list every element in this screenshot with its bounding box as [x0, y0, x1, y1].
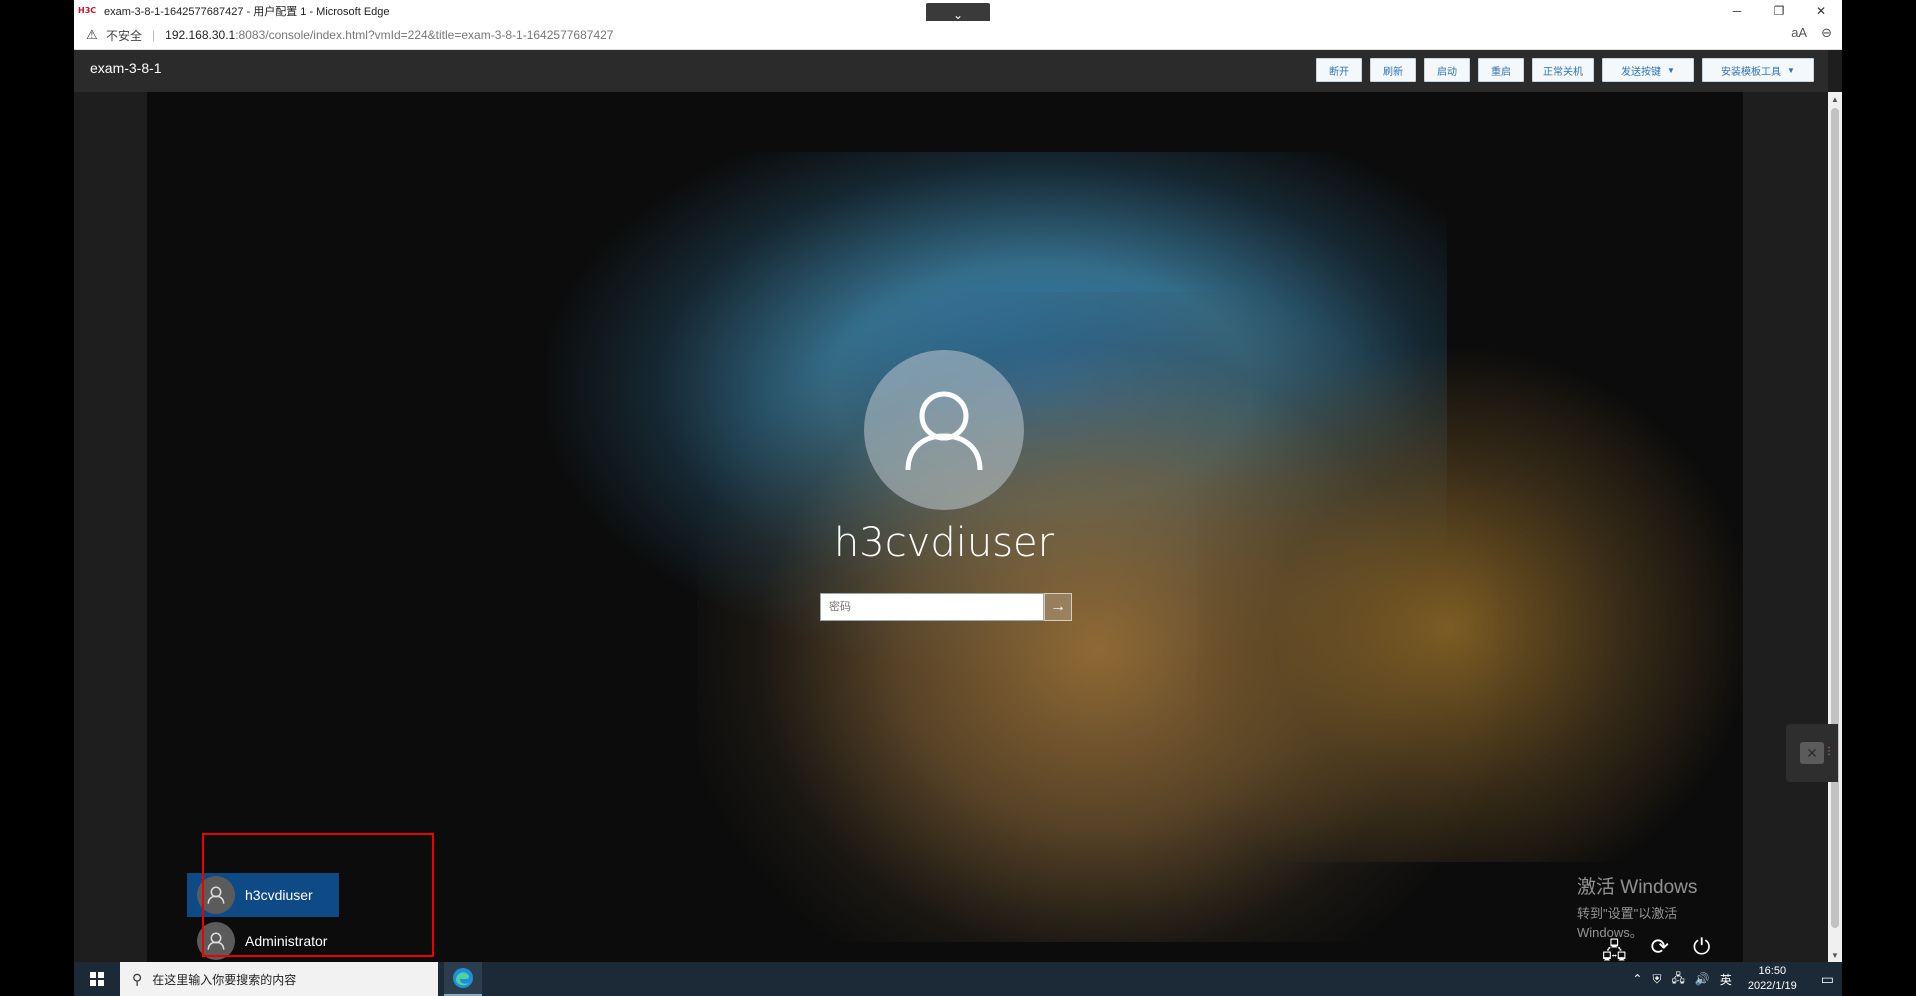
restore-button[interactable]: ❐ [1758, 0, 1800, 21]
login-username: h3cvdiuser [833, 520, 1055, 566]
disconnect-button[interactable]: 断开 [1316, 58, 1362, 82]
read-aloud-icon[interactable]: aA [1791, 25, 1807, 41]
arrow-right-icon: → [1050, 598, 1066, 615]
password-field-wrapper[interactable] [820, 593, 1047, 621]
side-panel-tab[interactable]: ✕ ⋮ [1786, 724, 1838, 782]
search-placeholder: 在这里输入你要搜索的内容 [152, 972, 297, 987]
minimize-button[interactable]: ─ [1716, 0, 1758, 21]
notification-icon[interactable]: ▭ [1821, 971, 1834, 988]
system-tray: ⌃ ⛨ 🖧 🔊 英 16:50 2022/1/19 ▭ [1632, 962, 1834, 996]
activation-watermark: 激活 Windows 转到"设置"以激活 Windows。 [1577, 872, 1743, 941]
accessibility-icon[interactable]: ⟳ [1651, 934, 1669, 962]
shutdown-button[interactable]: 正常关机 [1532, 58, 1594, 82]
activation-title: 激活 Windows [1577, 877, 1698, 898]
vm-name: exam-3-8-1 [90, 60, 162, 76]
scroll-down-arrow[interactable]: ▼ [1828, 948, 1842, 962]
login-power-icons: 🖧 ⟳ ⏻ [1602, 934, 1710, 962]
zoom-icon[interactable]: ⊖ [1821, 25, 1832, 41]
refresh-label: 刷新 [1383, 66, 1403, 78]
volume-icon[interactable]: 🔊 [1695, 972, 1710, 986]
user-avatar [864, 350, 1024, 510]
send-keys-dropdown[interactable]: 发送按键 ▼ [1602, 58, 1694, 82]
console-toolbar: exam-3-8-1 断开 刷新 启动 重启 正常关机 发送按键 ▼ 安装模板工具… [74, 50, 1828, 92]
caret-down-icon: ▼ [1667, 65, 1675, 75]
search-icon: ⚲ [132, 970, 143, 987]
refresh-button[interactable]: 刷新 [1370, 58, 1416, 82]
scrollbar-thumb[interactable] [1831, 108, 1839, 928]
title-bar: H3C exam-3-8-1-1642577687427 - 用户配置 1 - … [74, 0, 1842, 27]
close-button[interactable]: ✕ [1800, 0, 1842, 21]
clock-time: 16:50 [1758, 965, 1787, 977]
console-button-group: 断开 刷新 启动 重启 正常关机 发送按键 ▼ 安装模板工具 ▼ [1316, 58, 1814, 82]
annotation-highlight-box [202, 833, 434, 957]
power-icon[interactable]: ⏻ [1693, 934, 1710, 962]
password-input[interactable] [827, 600, 1047, 614]
insecure-label[interactable]: 不安全 [106, 27, 142, 44]
security-icon[interactable]: ⛨ [1652, 972, 1661, 987]
taskbar-search[interactable]: ⚲ 在这里输入你要搜索的内容 [120, 962, 438, 996]
clock-date: 2022/1/19 [1747, 980, 1797, 992]
ime-indicator[interactable]: 英 [1720, 971, 1732, 988]
shutdown-label: 正常关机 [1543, 66, 1583, 78]
window-title: exam-3-8-1-1642577687427 - 用户配置 1 - Micr… [104, 5, 390, 18]
send-keys-label: 发送按键 [1621, 66, 1662, 78]
edge-window: H3C exam-3-8-1-1642577687427 - 用户配置 1 - … [74, 0, 1842, 996]
window-controls: ─ ❐ ✕ [1716, 0, 1842, 21]
wallpaper-blur-amber-right [1197, 342, 1743, 862]
submit-password-button[interactable]: → [1044, 593, 1072, 621]
user-icon [905, 391, 983, 471]
vertical-scrollbar[interactable]: ▲ ▼ [1828, 92, 1842, 962]
chevron-up-icon[interactable]: ⌃ [1632, 972, 1642, 986]
install-tools-label: 安装模板工具 [1721, 66, 1782, 78]
disconnect-label: 断开 [1329, 66, 1349, 78]
network-icon[interactable]: 🖧 [1671, 969, 1684, 990]
address-bar-actions: aA ⊖ [1791, 25, 1832, 41]
install-tools-dropdown[interactable]: 安装模板工具 ▼ [1702, 58, 1814, 82]
start-label: 启动 [1437, 66, 1457, 78]
restart-label: 重启 [1491, 66, 1511, 78]
edge-browser-icon [453, 968, 473, 988]
restart-button[interactable]: 重启 [1478, 58, 1524, 82]
windows-icon [90, 972, 104, 986]
scroll-up-arrow[interactable]: ▲ [1828, 92, 1842, 106]
chevron-down-icon: ⌄ [952, 8, 964, 22]
url-text[interactable]: 192.168.30.1:8083/console/index.html?vmI… [165, 28, 613, 42]
address-separator: | [152, 28, 156, 42]
start-button[interactable]: 启动 [1424, 58, 1470, 82]
vm-screen[interactable]: h3cvdiuser → h3cvdiuser Administrator 激活… [147, 92, 1743, 962]
taskbar: ⚲ 在这里输入你要搜索的内容 ⌃ ⛨ 🖧 🔊 英 16:50 2022/1/19… [74, 962, 1842, 996]
start-button[interactable] [74, 962, 120, 996]
url-host: 192.168.30.1 [165, 28, 236, 42]
warning-icon: ⚠ [86, 27, 98, 42]
clock[interactable]: 16:50 2022/1/19 [1748, 964, 1797, 994]
h3c-logo: H3C [78, 6, 97, 15]
more-dots-icon: ⋮ [1824, 746, 1834, 757]
address-bar[interactable]: ⚠ 不安全 | 192.168.30.1:8083/console/index.… [74, 21, 1842, 50]
panel-icon: ✕ [1800, 742, 1824, 764]
url-path: :8083/console/index.html?vmId=224&title=… [235, 28, 614, 42]
edge-taskbar-button[interactable] [444, 962, 482, 996]
caret-down-icon: ▼ [1787, 65, 1795, 75]
network-icon[interactable]: 🖧 [1602, 934, 1627, 962]
